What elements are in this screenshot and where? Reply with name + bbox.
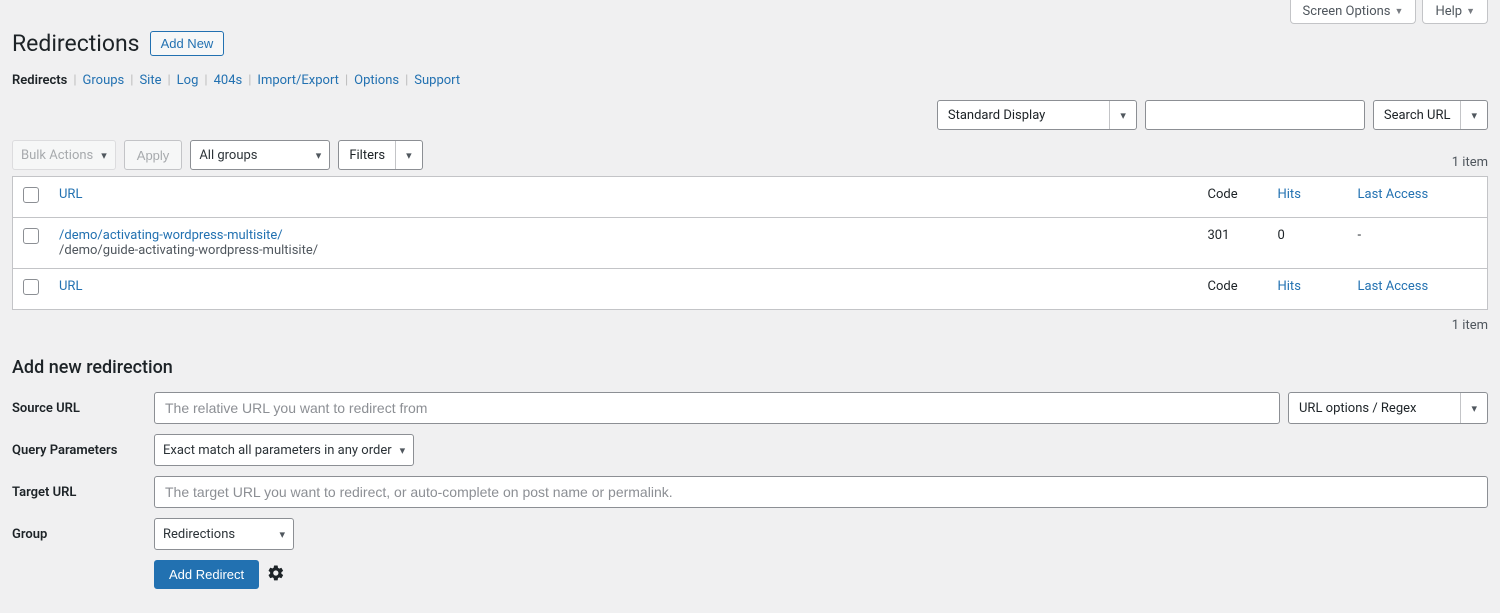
subnav-groups[interactable]: Groups bbox=[83, 73, 125, 88]
chevron-down-icon: ▾ bbox=[279, 528, 285, 541]
group-select-value: Redirections bbox=[163, 527, 271, 542]
chevron-down-icon: ▼ bbox=[1395, 6, 1404, 17]
label-group: Group bbox=[12, 527, 142, 542]
col-last-access-footer[interactable]: Last Access bbox=[1358, 279, 1429, 294]
query-params-value: Exact match all parameters in any order bbox=[163, 443, 392, 458]
chevron-down-icon: ▾ bbox=[1460, 101, 1487, 129]
col-hits-footer[interactable]: Hits bbox=[1278, 279, 1301, 294]
add-redirect-button[interactable]: Add Redirect bbox=[154, 560, 259, 589]
row-hits: 0 bbox=[1268, 218, 1348, 269]
source-url-input[interactable] bbox=[154, 392, 1280, 424]
items-count-top: 1 item bbox=[1452, 155, 1488, 170]
subnav: Redirects | Groups | Site | Log | 404s |… bbox=[12, 73, 1488, 88]
group-select[interactable]: Redirections ▾ bbox=[154, 518, 294, 550]
col-code: Code bbox=[1198, 177, 1268, 218]
select-all-checkbox-footer[interactable] bbox=[23, 279, 39, 295]
help-label: Help bbox=[1435, 4, 1462, 19]
screen-options-tab[interactable]: Screen Options ▼ bbox=[1290, 0, 1417, 24]
label-query-params: Query Parameters bbox=[12, 443, 142, 458]
search-input[interactable] bbox=[1145, 100, 1365, 130]
apply-button[interactable]: Apply bbox=[124, 140, 183, 170]
bulk-actions-label: Bulk Actions bbox=[21, 148, 93, 163]
display-mode-label: Standard Display bbox=[938, 101, 1109, 129]
display-mode-select[interactable]: Standard Display ▾ bbox=[937, 100, 1137, 130]
subnav-log[interactable]: Log bbox=[177, 73, 199, 88]
add-new-button[interactable]: Add New bbox=[150, 31, 225, 56]
chevron-down-icon: ▼ bbox=[1466, 6, 1475, 17]
help-tab[interactable]: Help ▼ bbox=[1422, 0, 1488, 24]
target-url-input[interactable] bbox=[154, 476, 1488, 508]
subnav-redirects[interactable]: Redirects bbox=[12, 73, 67, 88]
gear-icon[interactable] bbox=[267, 564, 285, 586]
label-target-url: Target URL bbox=[12, 485, 142, 500]
col-last-access[interactable]: Last Access bbox=[1358, 187, 1429, 202]
subnav-site[interactable]: Site bbox=[139, 73, 161, 88]
col-hits[interactable]: Hits bbox=[1278, 187, 1301, 202]
add-redirect-heading: Add new redirection bbox=[12, 357, 1488, 378]
col-url[interactable]: URL bbox=[59, 187, 82, 202]
label-source-url: Source URL bbox=[12, 401, 142, 416]
url-options-select[interactable]: URL options / Regex ▾ bbox=[1288, 392, 1488, 424]
bulk-actions-select[interactable]: Bulk Actions ▾ bbox=[12, 140, 116, 170]
row-checkbox[interactable] bbox=[23, 228, 39, 244]
search-button[interactable]: Search URL ▾ bbox=[1373, 100, 1488, 130]
subnav-404s[interactable]: 404s bbox=[214, 73, 243, 88]
screen-options-label: Screen Options bbox=[1303, 4, 1391, 19]
group-filter-select[interactable]: All groups ▾ bbox=[190, 140, 330, 170]
chevron-down-icon: ▾ bbox=[316, 149, 322, 162]
items-count-bottom: 1 item bbox=[1452, 318, 1488, 333]
row-target-url: /demo/guide-activating-wordpress-multisi… bbox=[59, 243, 318, 258]
chevron-down-icon: ▾ bbox=[101, 149, 107, 162]
chevron-down-icon: ▾ bbox=[1109, 101, 1136, 129]
url-options-label: URL options / Regex bbox=[1289, 393, 1460, 423]
filters-button[interactable]: Filters ▾ bbox=[338, 140, 422, 170]
redirects-table: URL Code Hits Last Access /demo/activati… bbox=[12, 176, 1488, 310]
row-source-url[interactable]: /demo/activating-wordpress-multisite/ bbox=[59, 228, 283, 243]
subnav-options[interactable]: Options bbox=[354, 73, 399, 88]
chevron-down-icon: ▾ bbox=[1460, 393, 1487, 423]
filters-label: Filters bbox=[339, 141, 395, 169]
query-params-select[interactable]: Exact match all parameters in any order … bbox=[154, 434, 414, 466]
row-code: 301 bbox=[1198, 218, 1268, 269]
search-button-label: Search URL bbox=[1374, 101, 1461, 129]
group-filter-label: All groups bbox=[199, 148, 307, 163]
page-title: Redirections bbox=[12, 30, 140, 57]
row-last-access: - bbox=[1348, 218, 1488, 269]
chevron-down-icon: ▾ bbox=[400, 444, 406, 457]
subnav-import-export[interactable]: Import/Export bbox=[257, 73, 339, 88]
chevron-down-icon: ▾ bbox=[395, 141, 422, 169]
subnav-support[interactable]: Support bbox=[414, 73, 460, 88]
col-url-footer[interactable]: URL bbox=[59, 279, 82, 294]
select-all-checkbox[interactable] bbox=[23, 187, 39, 203]
col-code-footer: Code bbox=[1198, 269, 1268, 310]
table-row: /demo/activating-wordpress-multisite/ /d… bbox=[13, 218, 1488, 269]
